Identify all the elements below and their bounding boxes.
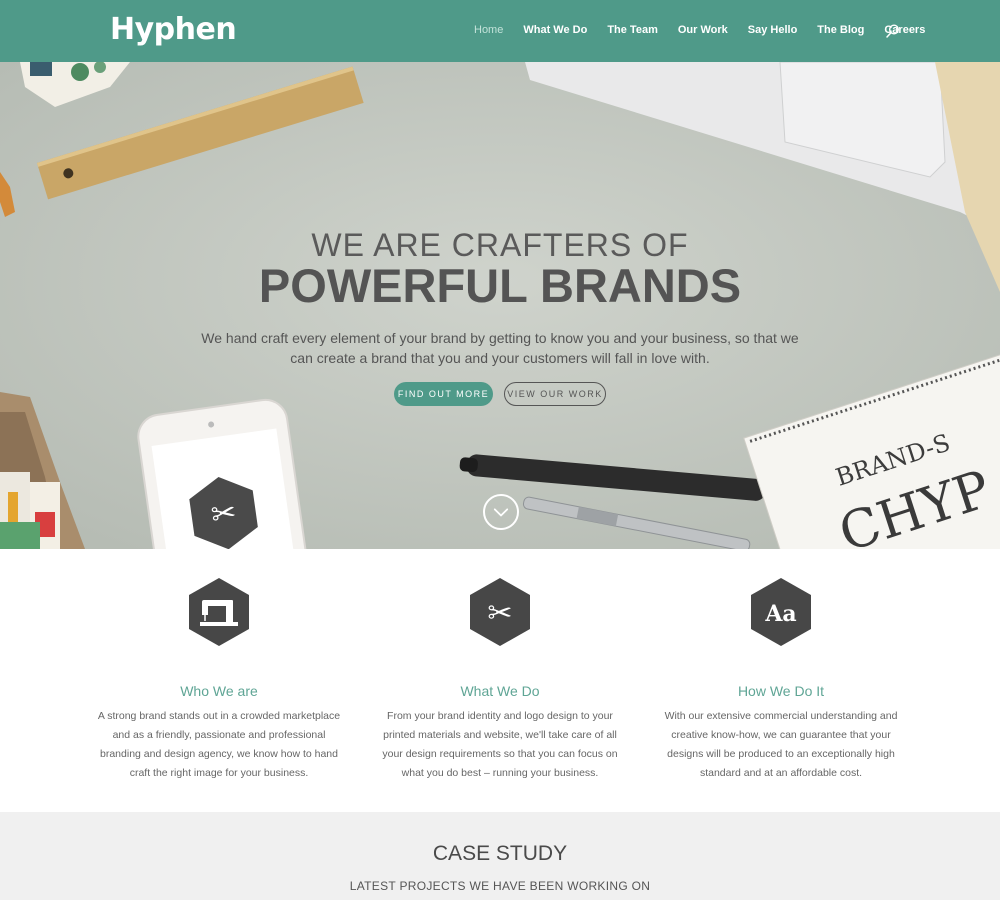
case-study-title: CASE STUDY <box>432 842 568 865</box>
search-icon[interactable] <box>886 24 900 38</box>
typography-icon: Aa <box>751 578 811 646</box>
feature-text: A strong brand stands out in a crowded m… <box>97 710 341 779</box>
chevron-down-icon[interactable] <box>483 494 519 530</box>
feature-title: What We Do <box>460 683 540 699</box>
feature-title: Who We are <box>180 683 258 699</box>
features-section: Who We are A strong brand stands out in … <box>0 549 1000 812</box>
main-nav: Home What We Do The Team Our Work Say He… <box>474 24 945 36</box>
typography-icon-text: Aa <box>764 601 796 627</box>
svg-text:✂: ✂ <box>487 596 512 631</box>
find-out-more-button[interactable]: FIND OUT MORE <box>394 382 493 406</box>
nav-item-home[interactable]: Home <box>474 24 503 36</box>
site-logo[interactable]: Hyphen <box>110 12 237 47</box>
sewing-machine-icon <box>189 578 249 646</box>
nav-item-our-work[interactable]: Our Work <box>678 24 728 36</box>
feature-text: With our extensive commercial understand… <box>664 710 898 779</box>
nav-item-what-we-do[interactable]: What We Do <box>523 24 587 36</box>
view-our-work-button[interactable]: VIEW OUR WORK <box>504 382 606 406</box>
scissors-icon: ✂ <box>470 578 530 646</box>
feature-text: From your brand identity and logo design… <box>382 710 618 779</box>
nav-item-say-hello[interactable]: Say Hello <box>748 24 798 36</box>
feature-title: How We Do It <box>737 683 825 699</box>
site-header: Hyphen Home What We Do The Team Our Work… <box>0 0 1000 62</box>
hero-description: We hand craft every element of your bran… <box>201 330 799 366</box>
svg-text:✂: ✂ <box>209 495 239 533</box>
case-study-subtitle: LATEST PROJECTS WE HAVE BEEN WORKING ON <box>349 879 651 893</box>
case-study-section: CASE STUDY LATEST PROJECTS WE HAVE BEEN … <box>0 812 1000 900</box>
nav-item-the-team[interactable]: The Team <box>607 24 658 36</box>
hero-headline-main: POWERFUL BRANDS <box>258 259 742 312</box>
hero-section: ✂ BRAND-S CHYP WE ARE CRAFTERS OF POWERF… <box>0 62 1000 549</box>
nav-item-the-blog[interactable]: The Blog <box>817 24 864 36</box>
